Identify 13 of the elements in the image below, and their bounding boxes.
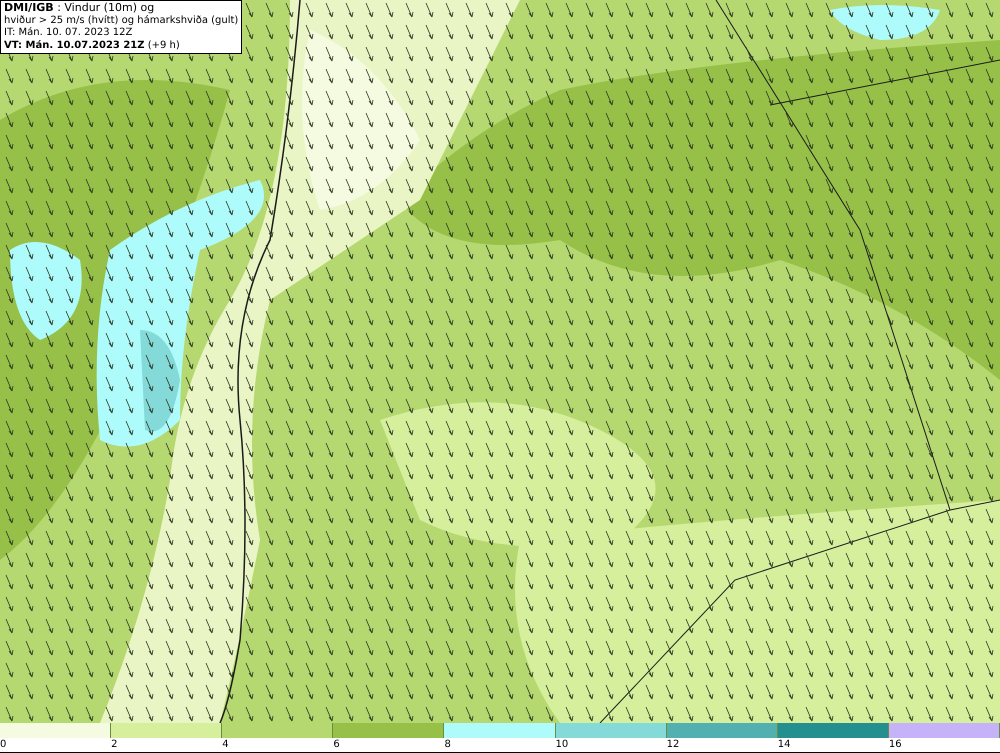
legend-tick-label: 16 (888, 738, 902, 752)
title-line: hviður > 25 m/s (hvítt) og hámarkshviða (gult) (4, 14, 238, 27)
title-line: VT: Mán. 10.07.2023 21Z (+9 h) (4, 40, 181, 52)
legend-tick-label: 8 (444, 738, 451, 752)
legend-tick-label: 6 (333, 738, 340, 752)
legend-tick-label: 4 (222, 738, 229, 752)
legend-tick-label: 12 (666, 738, 680, 752)
legend-tick-label: 0 (0, 738, 6, 752)
legend-tick-label: 14 (778, 738, 790, 752)
title-line: DMI/IGB : Vindur (10m) og (4, 2, 156, 14)
legend-tick-label: 10 (556, 738, 568, 752)
legend-tick-label: 2 (111, 738, 118, 752)
title-line: IT: Mán. 10. 07. 2023 12Z (4, 27, 134, 40)
